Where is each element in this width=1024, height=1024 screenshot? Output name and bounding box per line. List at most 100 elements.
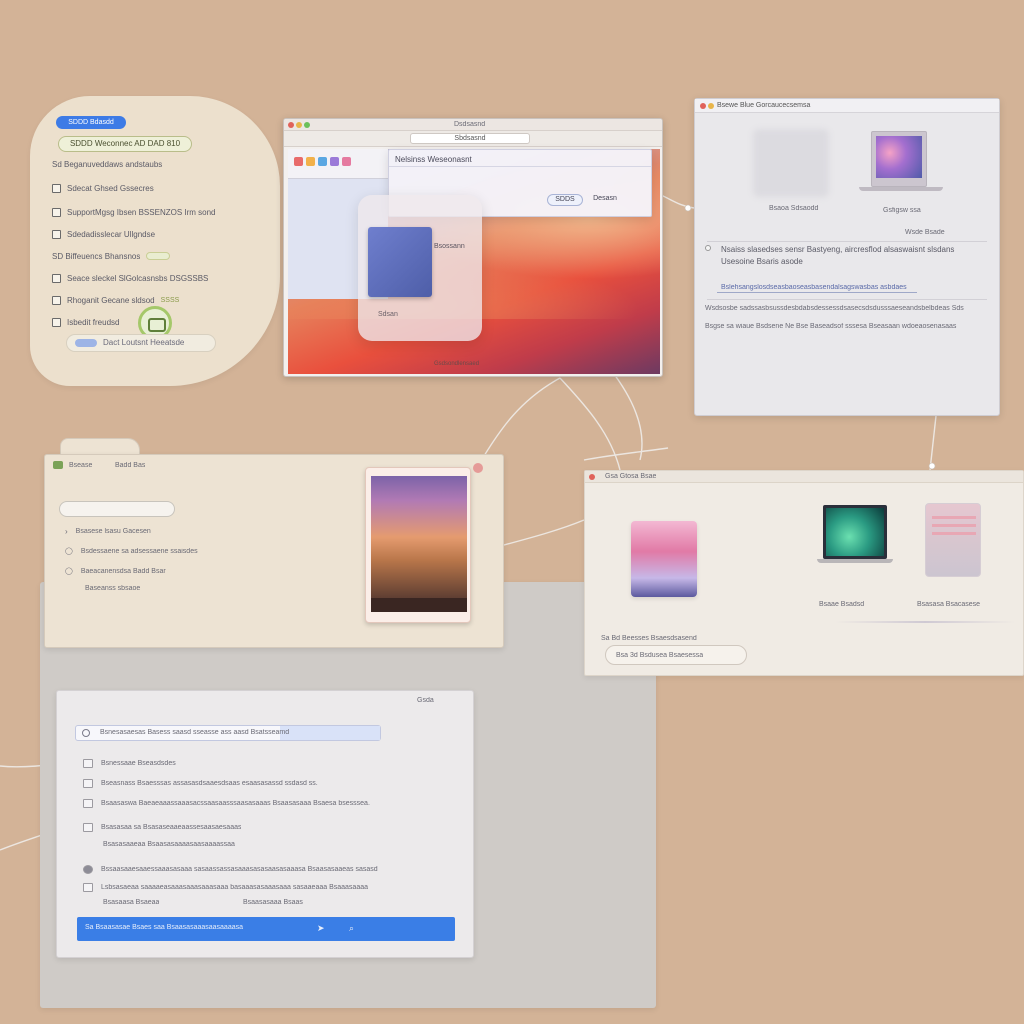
option-label: Rhoganit Gecane sldsod — [67, 295, 155, 305]
app-icon[interactable] — [294, 157, 303, 166]
text-input[interactable]: Bslehsangslosdseasbaoseasbasendalsagswas… — [717, 283, 917, 293]
laptop-screen — [876, 136, 922, 178]
option-row[interactable]: Sd Beganuveddaws andstaubs — [52, 158, 162, 170]
divider — [707, 241, 987, 242]
option-label: SD Biffeuencs Bhansnos — [52, 251, 141, 261]
dialog-cancel-button[interactable]: Desasn — [587, 194, 623, 206]
app-icon[interactable] — [318, 157, 327, 166]
option-row[interactable]: Sdedadisslecar Ullgndse — [52, 228, 155, 240]
dialog-title: Nelsinss Weseonasnt — [395, 155, 472, 164]
account-name-field[interactable]: SDDD Weconnec AD DAD 810 — [58, 136, 192, 152]
item-radio[interactable] — [83, 864, 93, 874]
product-info-window: Bsewe Blue Gorcaucecsemsa Bsaoa Sdsaodd … — [694, 98, 1000, 416]
option-row[interactable]: Sdecat Ghsed Gssecres — [52, 182, 154, 194]
divider — [707, 299, 987, 300]
action-pill-label: Bsa 3d Bsdusea Bsaesessa — [616, 652, 704, 659]
product-image[interactable] — [925, 503, 981, 577]
list-item[interactable]: Bseasnass Bsaesssas assasasdsaaesdsaas e… — [83, 777, 318, 789]
minimize-icon[interactable] — [708, 103, 714, 109]
list-item-label: Bsaasaswa Baeaeaaassaaasacssaasaasssaasa… — [101, 799, 370, 807]
list-item[interactable]: ◯ Bsdessaene sa adsessaene ssaisdes — [65, 545, 198, 557]
search-input[interactable] — [59, 501, 175, 517]
list-item[interactable]: › Bsasese lsasu Gacesen — [65, 525, 151, 537]
option-row[interactable]: SupportMgsg Ibsen BSSENZOS Irm sond — [52, 206, 216, 218]
tablet-screen — [371, 476, 467, 612]
product-image[interactable] — [823, 505, 887, 559]
window-title: Dsdsasnd — [454, 121, 486, 128]
item-checkbox[interactable] — [83, 778, 93, 788]
option-toggle[interactable] — [146, 252, 171, 260]
option-checkbox[interactable] — [52, 317, 61, 327]
dialog-title: Gsda — [417, 697, 434, 704]
browser-window: Dsdsasnd Sbdsasnd Nelsinss Weseonasnt SD… — [283, 118, 663, 377]
option-checkbox[interactable] — [52, 183, 61, 193]
status-indicator — [75, 339, 97, 347]
dialog-divider — [389, 166, 651, 167]
product-image[interactable] — [631, 521, 697, 597]
option-checkbox[interactable] — [52, 229, 61, 239]
primary-action-button[interactable]: Sa Bsaasasae Bsaes saa Bsaasasaaasaasaaa… — [77, 917, 455, 941]
option-checkbox[interactable] — [52, 273, 61, 283]
chevron-right-icon: › — [65, 526, 68, 536]
option-label: Sdecat Ghsed Gssecres — [67, 183, 154, 193]
dialog-ok-button[interactable]: SDDS — [547, 194, 583, 206]
detail-line: Wsdsosbe sadssasbsussdesbdabsdessessdsas… — [705, 305, 964, 312]
list-item[interactable]: Bsnessaae Bseasdsdes — [83, 757, 176, 769]
cursor-icon: ➤ — [317, 923, 325, 933]
app-icon[interactable] — [330, 157, 339, 166]
list-item-detail: Bsasasaaeaa Bsaasasaaaasaasaaaassaa — [103, 841, 235, 848]
product-caption: Bsasasa Bsacasese — [917, 601, 981, 608]
list-item[interactable]: Bsasasaa sa Bsasaseaaeaassesaasaesaaas — [83, 821, 241, 833]
option-row[interactable]: Rhoganit Gecane sldsod SSSS — [52, 294, 179, 306]
app-icon[interactable] — [342, 157, 351, 166]
app-icons — [294, 157, 351, 166]
option-row[interactable]: Seace sleckel SlGolcasnsbs DSGSSBS — [52, 272, 208, 284]
option-row[interactable]: SD Biffeuencs Bhansnos — [52, 250, 171, 262]
close-icon[interactable] — [700, 103, 706, 109]
url-field[interactable]: Sbdsasnd — [410, 133, 530, 144]
option-checkbox[interactable] — [52, 207, 61, 217]
option-label: SupportMgsg Ibsen BSSENZOS Irm sond — [67, 207, 216, 217]
account-pill[interactable]: SDDD Bdasdd — [56, 116, 126, 129]
radio-button[interactable] — [705, 245, 711, 251]
item-checkbox[interactable] — [83, 822, 93, 832]
address-bar-row: Sbdsasnd — [284, 131, 662, 147]
search-input-text: Bsnesasaesas Basess saasd sseasse ass aa… — [100, 729, 290, 736]
search-input[interactable]: Bsnesasaesas Basess saasd sseasse ass aa… — [75, 725, 381, 741]
tab-label[interactable]: Bsease — [69, 462, 92, 469]
list-item[interactable]: Bsaasaswa Baeaeaaassaaasacssaasaasssaasa… — [83, 797, 370, 809]
action-pill[interactable]: Bsa 3d Bsdusea Bsaesessa — [605, 645, 747, 665]
minimize-icon[interactable] — [296, 122, 302, 128]
laptop-screen — [826, 508, 884, 556]
tablet-image — [365, 467, 471, 623]
option-value: SSSS — [160, 296, 180, 304]
list-item[interactable]: ◯ Baeacanensdsa Badd Bsar — [65, 565, 166, 577]
zoom-icon[interactable] — [304, 122, 310, 128]
item-checkbox[interactable] — [83, 882, 93, 892]
list-item-detail: Bsaasasaaa Bsaas — [243, 899, 303, 906]
close-icon[interactable] — [288, 122, 294, 128]
sidebar-toolbar — [288, 149, 388, 179]
laptop-base — [817, 559, 893, 563]
preview-card[interactable]: Bsossann Sdsan — [358, 195, 482, 341]
item-checkbox[interactable] — [83, 758, 93, 768]
list-item-label: Lsbsasaeaa saaaaeasaaasaaasaaasaaa basaa… — [101, 883, 368, 891]
status-label: Dact Loutsnt Heeatsde — [103, 338, 185, 347]
app-icon[interactable] — [53, 461, 63, 469]
option-checkbox[interactable] — [52, 295, 61, 305]
notification-badge — [473, 463, 483, 473]
list-item-label: Bsdessaene sa adsessaene ssaisdes — [80, 547, 198, 555]
preview-thumbnail — [368, 227, 432, 297]
list-item[interactable]: Lsbsasaeaa saaaaeasaaasaaasaaasaaa basaa… — [83, 881, 368, 893]
status-pill[interactable]: Dact Loutsnt Heeatsde — [66, 334, 216, 352]
close-icon[interactable] — [589, 474, 595, 480]
item-checkbox[interactable] — [83, 798, 93, 808]
option-row[interactable]: Isbedit freudsd — [52, 316, 119, 328]
tab-label[interactable]: Badd Bas — [115, 462, 145, 469]
circle-icon: ◯ — [65, 568, 73, 575]
list-item-label: Baeacanensdsa Badd Bsar — [80, 567, 166, 575]
laptop-image — [871, 131, 927, 187]
app-icon[interactable] — [306, 157, 315, 166]
list-item-label: Bsasasaa sa Bsasaseaaeaassesaasaesaaas — [101, 823, 242, 831]
list-item[interactable]: Bssaasaaesaaessaaasasaaa sasaassassasaaa… — [83, 863, 378, 875]
